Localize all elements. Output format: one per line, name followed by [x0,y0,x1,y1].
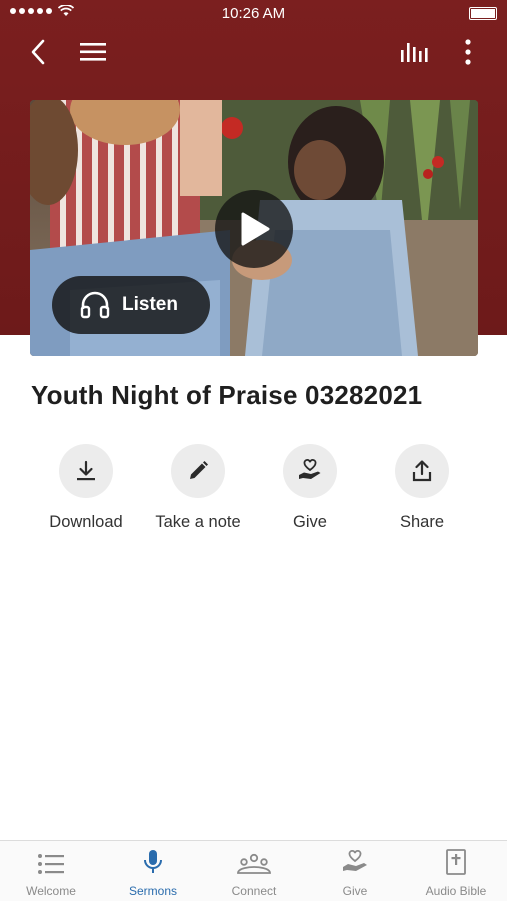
top-toolbar [0,28,507,78]
tab-sermons[interactable]: Sermons [102,841,204,901]
download-button[interactable]: Download [30,444,142,532]
list-icon [38,854,64,874]
share-upload-icon [412,460,432,482]
tab-audio-bible[interactable]: Audio Bible [405,841,507,901]
tab-give[interactable]: Give [304,841,406,901]
download-icon-circle [59,444,113,498]
download-label: Download [49,513,123,531]
sermon-actions: Download Take a note Give Share [0,444,507,544]
tab-welcome[interactable]: Welcome [0,841,102,901]
battery-icon [469,7,497,20]
give-icon-circle [283,444,337,498]
back-button[interactable] [22,36,54,68]
status-time: 10:26 AM [221,5,286,22]
tab-give-label: Give [342,884,368,898]
more-options-button[interactable] [452,36,484,68]
people-icon [237,853,271,874]
download-icon [77,460,95,481]
give-heart-hand-icon [299,459,321,479]
listen-label: Listen [122,294,178,315]
headphones-icon [80,291,110,319]
equalizer-bars-icon [401,43,428,62]
tab-connect[interactable]: Connect [203,841,305,901]
give-label: Give [293,513,327,531]
bible-icon [446,849,466,875]
menu-button[interactable] [77,36,109,68]
sermon-title: Youth Night of Praise 03282021 [31,380,423,410]
microphone-icon [144,850,162,873]
tab-welcome-label: Welcome [26,884,76,898]
share-label: Share [399,513,445,531]
give-heart-hand-icon [343,849,367,871]
play-button[interactable] [215,190,293,268]
audio-levels-button[interactable] [398,36,430,68]
tab-sermons-label: Sermons [128,884,178,898]
take-a-note-label: Take a note [155,513,241,531]
status-bar: 10:26 AM [0,0,507,28]
listen-button[interactable]: Listen [52,276,210,334]
share-button[interactable]: Share [366,444,478,532]
hamburger-menu-icon [80,43,106,61]
share-icon-circle [395,444,449,498]
tab-audio-bible-label: Audio Bible [425,884,487,898]
give-button[interactable]: Give [254,444,366,532]
bottom-tab-bar: Welcome Sermons Connect Give Audio Bible [0,840,507,901]
more-vertical-icon [465,39,471,65]
chevron-left-icon [31,39,45,65]
tab-connect-label: Connect [231,884,277,898]
pencil-icon [190,461,208,479]
play-icon [241,212,270,246]
sermon-media-thumbnail[interactable]: Listen [30,100,478,356]
take-a-note-button[interactable]: Take a note [142,444,254,532]
note-icon-circle [171,444,225,498]
